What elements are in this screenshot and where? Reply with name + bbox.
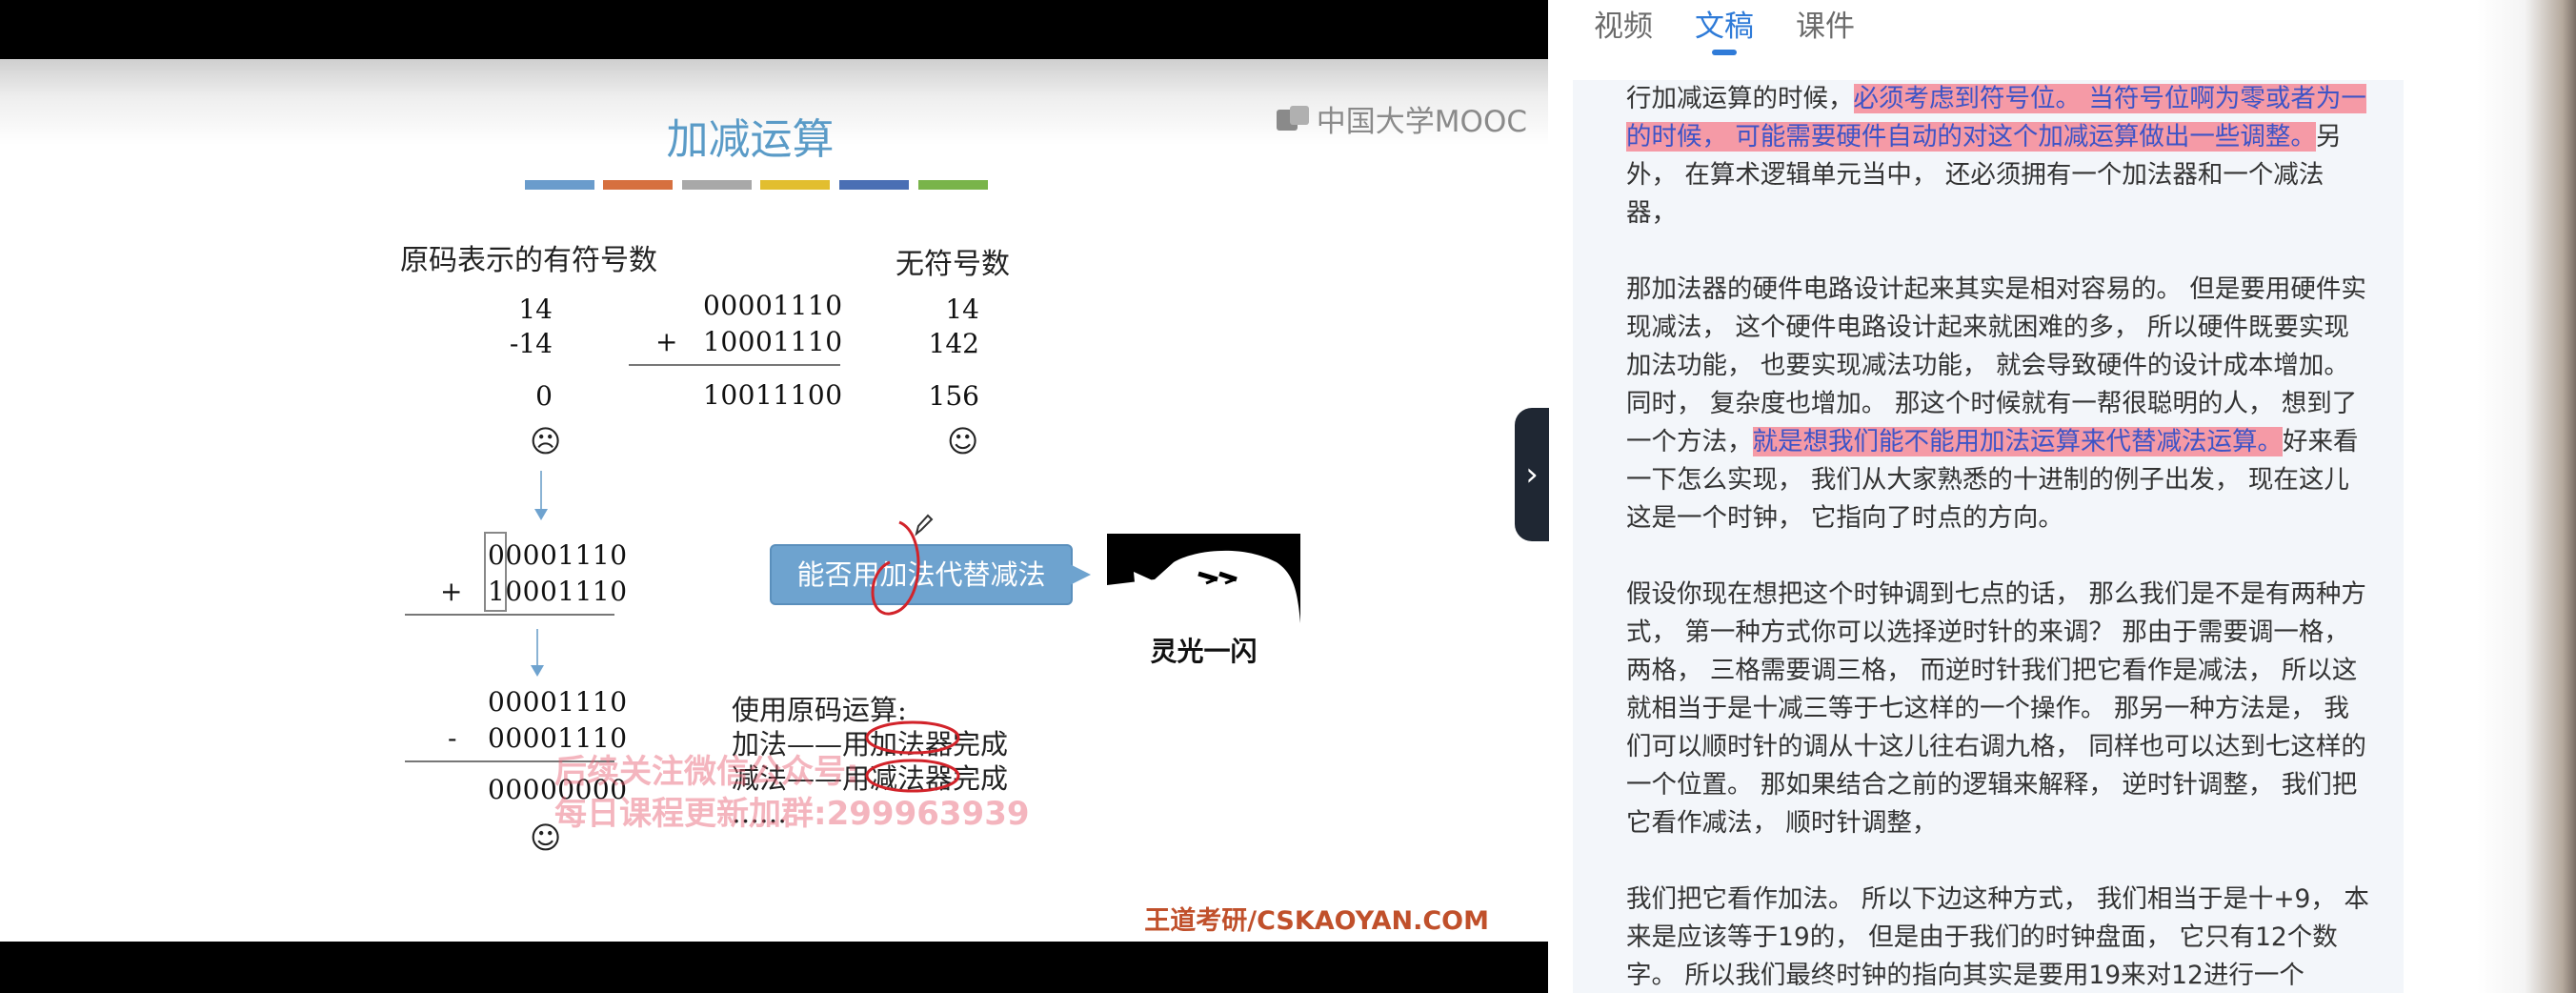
- second-plus-sign: +: [440, 576, 463, 607]
- mooc-logo-text: 中国大学MOOC: [1316, 105, 1527, 139]
- minus-sign: -: [448, 722, 457, 754]
- plus-sign: +: [655, 326, 678, 357]
- panel-tabs: 视频 文稿 课件: [1594, 0, 1855, 57]
- collapse-panel-button[interactable]: ›: [1515, 408, 1549, 541]
- third-binary-b: 00001110: [488, 722, 628, 754]
- lecture-slide: 加减运算 中国大学MOOC 原码表示的有符号数 无符号数 14 -14 0 ☹ …: [0, 59, 1548, 942]
- watermark: 后续关注微信公众号: 每日课程更新加群:299963939: [554, 751, 1030, 835]
- transcript-paragraph-1: 行加减运算的时候，必须考虑到符号位。 当符号位啊为零或者为一的时候， 可能需要硬…: [1626, 80, 2369, 233]
- binary-sum: 10011100: [703, 379, 843, 411]
- sum-rule: [629, 364, 840, 366]
- side-panel: 视频 文稿 课件 行加减运算的时候，必须考虑到符号位。 当符号位啊为零或者为一的…: [1548, 0, 2477, 993]
- transcript-text: 行加减运算的时候，: [1626, 84, 1854, 113]
- video-player[interactable]: 加减运算 中国大学MOOC 原码表示的有符号数 无符号数 14 -14 0 ☹ …: [0, 0, 1548, 993]
- transcript-paragraph-4: 我们把它看作加法。 所以下边这种方式， 我们相当于是十+9， 本来是应该等于19…: [1626, 884, 2369, 990]
- sad-face-icon: ☹: [530, 423, 562, 459]
- signed-heading: 原码表示的有符号数: [400, 244, 657, 277]
- unsigned-value-3: 156: [928, 380, 979, 412]
- transcript-body[interactable]: 行加减运算的时候，必须考虑到符号位。 当符号位啊为零或者为一的时候， 可能需要硬…: [1573, 80, 2404, 993]
- color-strip-1: [525, 180, 594, 190]
- question-bubble-tail: [1068, 563, 1091, 586]
- color-strip-5: [839, 180, 909, 190]
- transcript-highlight: 就是想我们能不能用加法运算来代替减法运算。: [1752, 427, 2283, 456]
- slide-title: 加减运算: [666, 115, 835, 164]
- second-rule: [405, 614, 614, 616]
- watermark-line-1: 后续关注微信公众号:: [554, 753, 859, 791]
- binary-b: 10001110: [703, 326, 843, 357]
- unsigned-value-1: 14: [945, 294, 979, 325]
- happy-face-icon: ☺: [947, 423, 979, 459]
- second-binary-b: 10001110: [488, 576, 628, 607]
- mooc-logo: 中国大学MOOC: [1276, 97, 1527, 140]
- flash-label: 灵光一闪: [1150, 636, 1258, 667]
- down-arrow-1: [540, 471, 542, 511]
- tab-courseware[interactable]: 课件: [1796, 0, 1855, 57]
- sign-bit-highlight: [484, 532, 507, 612]
- binary-a: 00001110: [703, 290, 843, 321]
- unsigned-value-2: 142: [928, 328, 979, 359]
- third-binary-a: 00001110: [488, 686, 628, 718]
- video-letterbox: [0, 942, 1548, 993]
- mooc-logo-icon: [1276, 105, 1311, 132]
- tab-transcript[interactable]: 文稿: [1695, 0, 1754, 57]
- signed-value-3: 0: [535, 380, 553, 412]
- down-arrow-2-head: [531, 665, 544, 677]
- signed-value-1: 14: [518, 294, 553, 325]
- color-strip-2: [603, 180, 673, 190]
- color-strip-3: [682, 180, 752, 190]
- watermark-line-2: 每日课程更新加群:299963939: [554, 795, 1030, 833]
- flash-character-icon: [1107, 550, 1300, 623]
- tab-video[interactable]: 视频: [1594, 0, 1653, 57]
- transcript-paragraph-2: 那加法器的硬件电路设计起来其实是相对容易的。 但是要用硬件实现减法， 这个硬件电…: [1626, 271, 2369, 537]
- signed-value-2: -14: [509, 328, 553, 359]
- transcript-paragraph-3: 假设你现在想把这个时钟调到七点的话， 那么我们是不是有两种方式， 第一种方式你可…: [1626, 579, 2366, 838]
- flash-image: [1107, 534, 1300, 623]
- down-arrow-2: [536, 629, 538, 667]
- pen-cursor-icon: [915, 514, 934, 537]
- chevron-right-icon: ›: [1525, 456, 1539, 494]
- down-arrow-1-head: [534, 509, 548, 520]
- color-strip-6: [918, 180, 988, 190]
- slide-footer: 王道考研/CSKAOYAN.COM: [1144, 906, 1489, 936]
- color-strip-4: [760, 180, 830, 190]
- unsigned-heading: 无符号数: [896, 248, 1010, 281]
- second-binary-a: 00001110: [488, 539, 628, 571]
- background-strip: [2477, 0, 2576, 993]
